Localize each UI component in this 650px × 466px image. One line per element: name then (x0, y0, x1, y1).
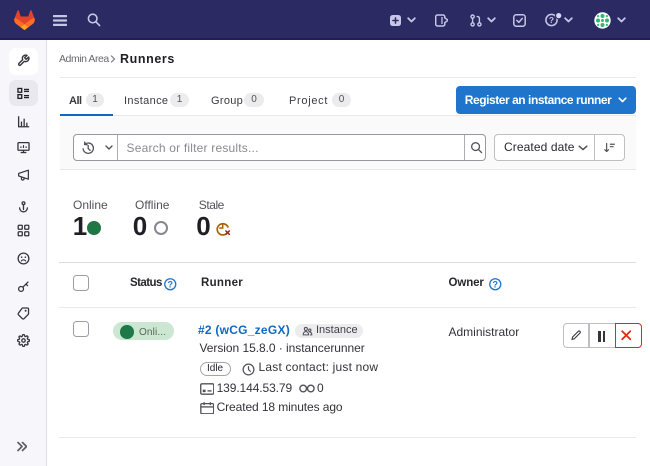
svg-text:?: ? (493, 280, 499, 290)
svg-text:?: ? (168, 280, 174, 290)
svg-text:?: ? (549, 15, 554, 25)
